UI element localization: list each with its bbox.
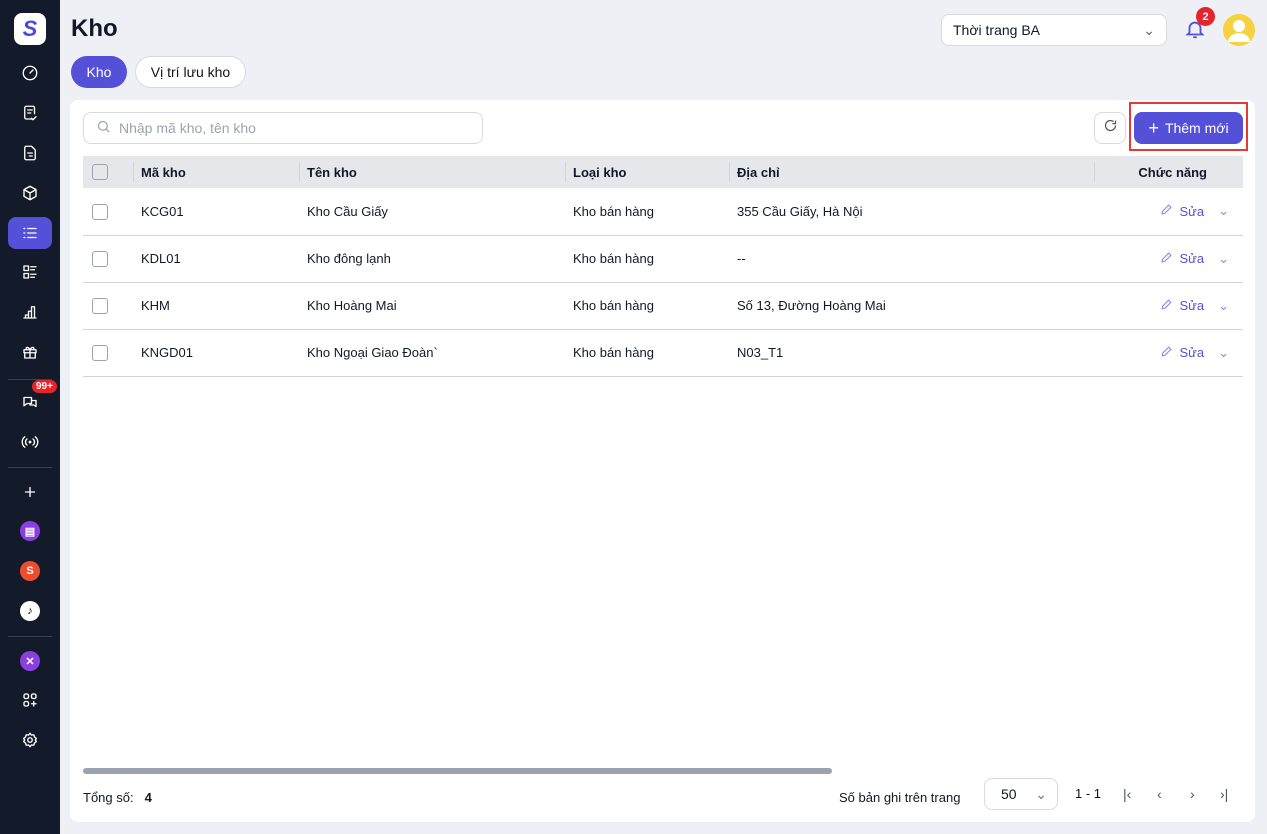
chat-badge: 99+: [32, 380, 57, 393]
pos-channel-icon[interactable]: ▤: [8, 515, 52, 547]
col-loai-kho[interactable]: Loại kho: [565, 156, 729, 188]
edit-icon[interactable]: [1160, 345, 1173, 361]
refresh-icon: [1103, 118, 1118, 138]
chevron-down-icon: ⌄: [1143, 21, 1155, 38]
last-page-icon[interactable]: ›|: [1220, 786, 1228, 802]
table-row[interactable]: KHM Kho Hoàng Mai Kho bán hàng Số 13, Đư…: [83, 282, 1243, 330]
cell-name: Kho Ngoại Giao Đoàn`: [299, 329, 565, 377]
package-icon[interactable]: [8, 177, 52, 209]
cell-type: Kho bán hàng: [565, 329, 729, 377]
row-actions: Sửa ⌄: [1102, 298, 1235, 314]
cell-address: 355 Cầu Giấy, Hà Nội: [729, 188, 1094, 236]
total-label: Tổng số:: [83, 789, 134, 805]
search-icon: [96, 119, 111, 137]
col-chuc-nang: Chức năng: [1094, 156, 1243, 188]
per-page-select[interactable]: 50 ⌄: [984, 778, 1058, 810]
integration-icon[interactable]: ✕: [8, 645, 52, 677]
chevron-down-icon[interactable]: ⌄: [1218, 251, 1229, 267]
per-page-value: 50: [1001, 786, 1017, 802]
tab-vi-tri-luu-kho[interactable]: Vị trí lưu kho: [135, 56, 246, 88]
total-count: Tổng số: 4: [83, 786, 152, 808]
cell-code: KHM: [133, 282, 299, 330]
cell-type: Kho bán hàng: [565, 188, 729, 236]
edit-button[interactable]: Sửa: [1179, 298, 1204, 313]
store-select[interactable]: Thời trang BA ⌄: [941, 14, 1167, 46]
warehouse-card: Nhập mã kho, tên kho + Thêm mới Mã kho Tê…: [70, 100, 1255, 822]
apps-add-icon[interactable]: [8, 684, 52, 716]
per-page-label: Số bản ghi trên trang: [839, 789, 961, 805]
first-page-icon[interactable]: |‹: [1123, 786, 1131, 802]
edit-button[interactable]: Sửa: [1179, 204, 1204, 219]
edit-icon[interactable]: [1160, 251, 1173, 267]
tiktok-shop-icon[interactable]: ♪: [8, 595, 52, 627]
plus-icon: +: [1148, 117, 1159, 138]
row-checkbox[interactable]: [92, 344, 108, 361]
settings-icon[interactable]: [8, 724, 52, 756]
cell-address: Số 13, Đường Hoàng Mai: [729, 282, 1094, 330]
edit-button[interactable]: Sửa: [1179, 345, 1204, 360]
warehouse-list-icon[interactable]: [8, 217, 52, 249]
refresh-button[interactable]: [1094, 112, 1126, 144]
col-ma-kho[interactable]: Mã kho: [133, 156, 299, 188]
report-chart-icon[interactable]: [8, 296, 52, 328]
row-actions: Sửa ⌄: [1102, 203, 1235, 219]
user-avatar[interactable]: [1223, 14, 1255, 46]
shopee-icon[interactable]: S: [8, 555, 52, 587]
add-new-button[interactable]: + Thêm mới: [1134, 112, 1243, 144]
chevron-down-icon[interactable]: ⌄: [1218, 345, 1229, 361]
store-select-value: Thời trang BA: [953, 22, 1040, 38]
cell-name: Kho đông lạnh: [299, 235, 565, 283]
page-range: 1 - 1: [1075, 786, 1102, 801]
next-page-icon[interactable]: ›: [1190, 786, 1195, 802]
cell-type: Kho bán hàng: [565, 282, 729, 330]
tab-kho[interactable]: Kho: [71, 56, 127, 88]
warehouse-table: Mã kho Tên kho Loại kho Địa chỉ Chức năn…: [83, 156, 1243, 377]
gift-icon[interactable]: [8, 336, 52, 368]
total-value: 4: [144, 789, 152, 805]
notification-badge: 2: [1196, 7, 1215, 26]
cell-type: Kho bán hàng: [565, 235, 729, 283]
chevron-down-icon[interactable]: ⌄: [1218, 203, 1229, 219]
col-ten-kho[interactable]: Tên kho: [299, 156, 565, 188]
broadcast-icon[interactable]: [8, 426, 52, 458]
row-actions: Sửa ⌄: [1102, 251, 1235, 267]
cell-name: Kho Hoàng Mai: [299, 282, 565, 330]
table-row[interactable]: KCG01 Kho Cầu Giấy Kho bán hàng 355 Cầu …: [83, 188, 1243, 236]
select-all-checkbox[interactable]: [92, 164, 108, 181]
edit-button[interactable]: Sửa: [1179, 251, 1204, 266]
row-checkbox[interactable]: [92, 250, 108, 267]
cell-code: KNGD01: [133, 329, 299, 377]
table-row[interactable]: KDL01 Kho đông lạnh Kho bán hàng -- Sửa ⌄: [83, 235, 1243, 283]
row-checkbox[interactable]: [92, 203, 108, 220]
sidebar: S 99+ ▤ S ♪ ✕: [0, 0, 60, 834]
table-row[interactable]: KNGD01 Kho Ngoại Giao Đoàn` Kho bán hàng…: [83, 329, 1243, 377]
prev-page-icon[interactable]: ‹: [1157, 786, 1162, 802]
cell-address: --: [729, 235, 1094, 283]
edit-icon[interactable]: [1160, 298, 1173, 314]
cell-code: KDL01: [133, 235, 299, 283]
chevron-down-icon[interactable]: ⌄: [1218, 298, 1229, 314]
add-new-label: Thêm mới: [1164, 120, 1229, 136]
col-dia-chi[interactable]: Địa chỉ: [729, 156, 1094, 188]
cell-name: Kho Cầu Giấy: [299, 188, 565, 236]
page-title: Kho: [71, 15, 118, 42]
cell-address: N03_T1: [729, 329, 1094, 377]
search-input[interactable]: Nhập mã kho, tên kho: [83, 112, 483, 144]
edit-icon[interactable]: [1160, 203, 1173, 219]
row-actions: Sửa ⌄: [1102, 345, 1235, 361]
chevron-down-icon: ⌄: [1035, 785, 1047, 802]
horizontal-scrollbar[interactable]: [83, 768, 832, 774]
search-placeholder: Nhập mã kho, tên kho: [119, 120, 256, 136]
row-checkbox[interactable]: [92, 297, 108, 314]
order-check-icon[interactable]: [8, 97, 52, 129]
checklist-icon[interactable]: [8, 256, 52, 288]
cell-code: KCG01: [133, 188, 299, 236]
document-icon[interactable]: [8, 137, 52, 169]
dashboard-icon[interactable]: [8, 57, 52, 89]
add-channel-icon[interactable]: [8, 476, 52, 508]
app-logo[interactable]: S: [14, 13, 46, 45]
